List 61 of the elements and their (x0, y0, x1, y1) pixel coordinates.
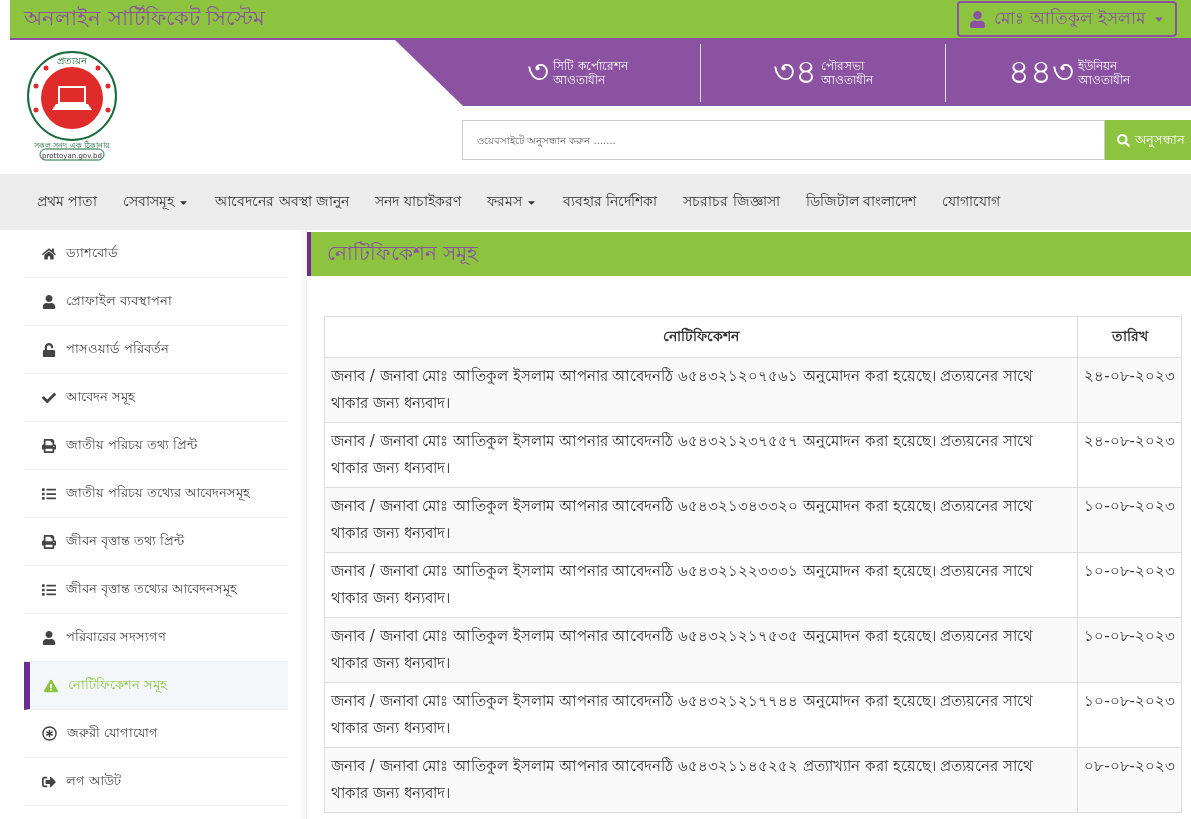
stat-number: ৪৪৩ (1007, 49, 1074, 93)
stat-number: ৩৪ (773, 49, 817, 93)
sidebar-item[interactable]: জীবন বৃত্তান্ত তথ্যের আবেদনসমূহ (24, 566, 288, 614)
sidebar-item[interactable]: প্রোফাইল ব্যবস্থাপনা (24, 278, 288, 326)
asterisk-circle-icon (42, 726, 57, 741)
list-icon (42, 486, 56, 501)
home-icon (42, 246, 56, 261)
nav-link[interactable]: ডিজিটাল বাংলাদেশ (794, 184, 928, 220)
stat-label: আওতাধীন (1077, 73, 1130, 87)
nav-link[interactable]: আবেদনের অবস্থা জানুন (204, 184, 361, 220)
stat-number: ৩ (526, 49, 549, 93)
sidebar-item[interactable]: জাতীয় পরিচয় তথ্য প্রিন্ট (24, 422, 288, 470)
user-icon (42, 294, 56, 309)
site-title: অনলাইন সার্টিফিকেট সিস্টেম (24, 4, 266, 32)
stat-label: সিটি কর্পোরেশন (552, 59, 628, 73)
stat-label: আওতাধীন (821, 73, 873, 87)
sidebar-item[interactable]: ড্যাশবোর্ড (24, 230, 288, 278)
checkmark-icon (42, 390, 56, 405)
nav-link[interactable]: প্রথম পাতা (26, 184, 109, 220)
table-cell: ১০-০৮-২০২৩ (1077, 617, 1182, 683)
table-cell: জনাব / জনাবা মোঃ আতিকুল ইসলাম আপনার আবেদনঠি ৬৫৪৩২১৩৪৩৩২০ অনুমোদন করা হয়েছে। প্রত্যয়নের সাথে থাকার জন্য ধন্যবাদ। (324, 487, 1078, 553)
printer-icon (42, 534, 56, 549)
table-cell: ১০-০৮-২০২৩ (1077, 552, 1182, 618)
nav-link[interactable]: সচরাচর জিজ্ঞাসা (672, 184, 791, 220)
nav-link[interactable]: ফরমস (475, 184, 548, 220)
user-icon (969, 10, 987, 28)
printer-icon (42, 438, 56, 453)
logout-icon (42, 774, 56, 789)
table-cell: ০৮-০৮-২০২৩ (1077, 747, 1182, 813)
table-cell: জনাব / জনাবা মোঃ আতিকুল ইসলাম আপনার আবেদনঠি ৬৫৪৩২১২৩৭৫৫৭ অনুমোদন করা হয়েছে। প্রত্যয়নের সাথে থাকার জন্য ধন্যবাদ। (324, 422, 1078, 488)
stat-label: আওতাধীন (552, 73, 607, 87)
table-cell: ১০-০৮-২০২৩ (1077, 487, 1182, 553)
nav-link[interactable]: সনদ যাচাইকরণ (364, 184, 472, 220)
column-header: তারিখ (1077, 316, 1182, 358)
table-cell: জনাব / জনাবা মোঃ আতিকুল ইসলাম আপনার আবেদনঠি ৬৫৪৩২১২১৭৫৩৫ অনুমোদন করা হয়েছে। প্রত্যয়নের সাথে থাকার জন্য ধন্যবাদ। (324, 617, 1078, 683)
table-cell: জনাব / জনাবা মোঃ আতিকুল ইসলাম আপনার আবেদনঠি ৬৫৪৩২১২২৩৩৩১ অনুমোদন করা হয়েছে। প্রত্যয়নের সাথে থাকার জন্য ধন্যবাদ। (324, 552, 1078, 618)
user-icon (42, 630, 56, 645)
unlock-icon (42, 342, 56, 357)
sidebar-item[interactable]: জরুরী যোগাযোগ (24, 710, 288, 758)
nav-link[interactable]: যোগাযোগ (931, 184, 1012, 220)
table-cell: জনাব / জনাবা মোঃ আতিকুল ইসলাম আপনার আবেদনঠি ৬৫৪৩২১১৪৫২৫২ প্রত্যাখ্যান করা হয়েছে। প্রত্যয়নের সাথে থাকার জন্য ধন্যবাদ। (324, 747, 1078, 813)
search-field[interactable]: ওয়েবসাইটে অনুসন্ধান করুন ....... (462, 120, 1105, 160)
list-icon (42, 582, 56, 597)
sidebar-item[interactable]: জীবন বৃত্তান্ত তথ্য প্রিন্ট (24, 518, 288, 566)
search-icon (1117, 133, 1130, 147)
sidebar-item[interactable]: লগ আউট (24, 758, 288, 806)
table-cell: জনাব / জনাবা মোঃ আতিকুল ইসলাম আপনার আবেদনঠি ৬৫৪৩২১২০৭৫৬১ অনুমোদন করা হয়েছে। প্রত্যয়নের সাথে থাকার জন্য ধন্যবাদ। (324, 357, 1078, 423)
sidebar-item[interactable]: পাসওয়ার্ড পরিবর্তন (24, 326, 288, 374)
warning-icon (44, 678, 58, 693)
table-cell: ২৪-০৮-২০২৩ (1077, 357, 1182, 423)
nav-link[interactable]: সেবাসমূহ (112, 184, 201, 220)
table-cell: জনাব / জনাবা মোঃ আতিকুল ইসলাম আপনার আবেদনঠি ৬৫৪৩২১২১৭৭৪৪ অনুমোদন করা হয়েছে। প্রত্যয়নের সাথে থাকার জন্য ধন্যবাদ। (324, 682, 1078, 748)
table-cell: ১০-০৮-২০২৩ (1077, 682, 1182, 748)
column-header: নোটিফিকেশন (324, 316, 1078, 358)
sidebar-item[interactable]: জাতীয় পরিচয় তথ্যের আবেদনসমূহ (24, 470, 288, 518)
stat-label: পৌরসভা (821, 59, 866, 73)
stat-label: ইউনিয়ন (1077, 59, 1119, 73)
sidebar-item[interactable]: আবেদন সমূহ (24, 374, 288, 422)
table-cell: ২৪-০৮-২০২৩ (1077, 422, 1182, 488)
nav-link[interactable]: ব্যবহার নির্দেশিকা (551, 184, 669, 220)
page-title: নোটিফিকেশন সমূহ (307, 232, 1191, 276)
